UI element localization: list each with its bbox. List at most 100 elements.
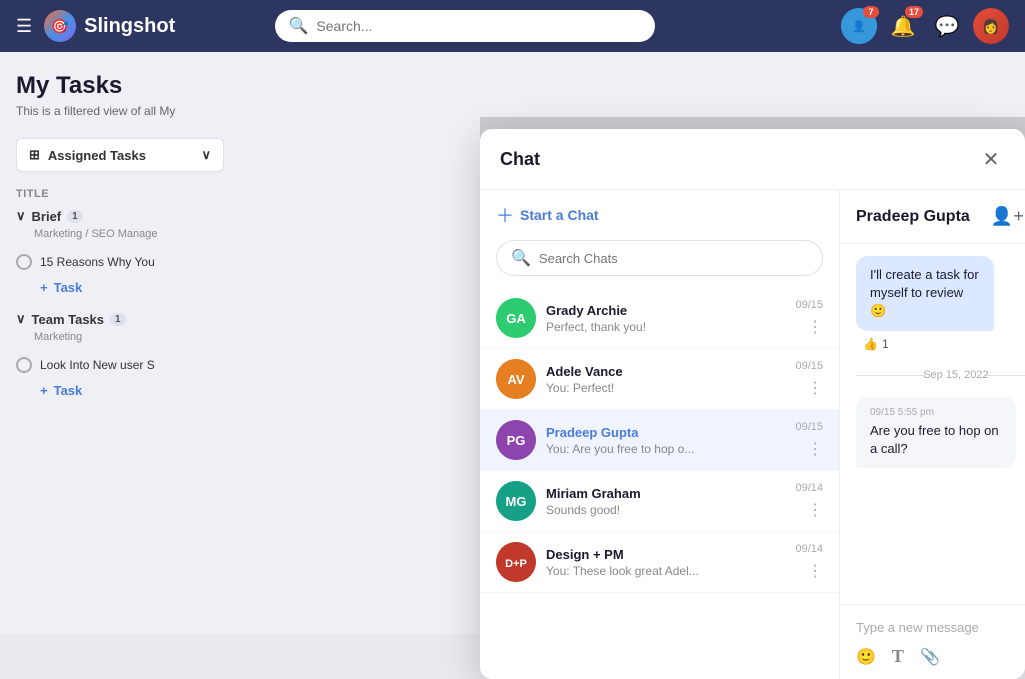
- chat-list-top: ＋ Start a Chat 🔍: [480, 190, 839, 288]
- chat-list-item[interactable]: D+P Design + PM You: These look great Ad…: [480, 532, 839, 593]
- reaction-emoji: 👍: [863, 337, 878, 351]
- chat-search-bar[interactable]: 🔍: [496, 240, 823, 276]
- chat-nav-btn[interactable]: 💬: [929, 8, 965, 44]
- task-item: Look Into New user S: [16, 351, 224, 379]
- notification-btn[interactable]: 🔔 17: [885, 8, 921, 44]
- message-toolbar: 🙂 T 📎: [856, 646, 1025, 667]
- contact-info: Pradeep Gupta You: Are you free to hop o…: [546, 425, 785, 456]
- contact-name: Grady Archie: [546, 303, 785, 318]
- message-input-row: ▷: [856, 617, 1025, 638]
- chat-list-item[interactable]: AV Adele Vance You: Perfect! 09/15 ⋮: [480, 349, 839, 410]
- assigned-tasks-label: Assigned Tasks: [48, 148, 146, 163]
- contact-date: 09/15: [795, 299, 823, 311]
- chat-icon: 💬: [935, 14, 960, 39]
- contact-avatar: MG: [496, 481, 536, 521]
- add-task-button-brief[interactable]: + Task: [40, 276, 224, 299]
- chat-modal: Chat ✕ ＋ Start a Chat 🔍: [480, 129, 1025, 679]
- task-item: 15 Reasons Why You: [16, 248, 224, 276]
- hamburger-icon[interactable]: ☰: [16, 16, 32, 37]
- group-name-brief: Brief: [32, 209, 62, 224]
- emoji-icon[interactable]: 🙂: [856, 647, 876, 667]
- more-options-icon[interactable]: ⋮: [807, 378, 823, 398]
- contact-meta: 09/15 ⋮: [795, 360, 823, 398]
- message-row-sent: I'll create a task for myself to review …: [856, 256, 1025, 353]
- message-bubble: I'll create a task for myself to review …: [856, 256, 994, 331]
- add-task-label: Task: [54, 280, 83, 295]
- app-logo: 🎯 Slingshot: [44, 10, 175, 42]
- date-divider: Sep 15, 2022: [856, 369, 1025, 381]
- message-reaction[interactable]: 👍 1: [856, 335, 896, 353]
- search-input[interactable]: [316, 18, 640, 34]
- contact-preview: Sounds good!: [546, 503, 785, 517]
- more-options-icon[interactable]: ⋮: [807, 317, 823, 337]
- plus-icon: +: [40, 383, 48, 398]
- svg-text:GA: GA: [506, 311, 526, 326]
- task-checkbox[interactable]: [16, 254, 32, 270]
- group-header-brief[interactable]: ∨ Brief 1: [16, 208, 224, 224]
- more-options-icon[interactable]: ⋮: [807, 500, 823, 520]
- chat-list-item[interactable]: GA Grady Archie Perfect, thank you! 09/1…: [480, 288, 839, 349]
- chat-list-panel: ＋ Start a Chat 🔍: [480, 190, 840, 679]
- contact-name: Design + PM: [546, 547, 785, 562]
- add-user-icon[interactable]: 👤+: [991, 206, 1024, 227]
- contact-name: Miriam Graham: [546, 486, 785, 501]
- contact-date: 09/14: [795, 482, 823, 494]
- conversation-header: Pradeep Gupta 👤+ ⋮: [840, 190, 1025, 244]
- contact-meta: 09/14 ⋮: [795, 543, 823, 581]
- plus-icon: +: [40, 280, 48, 295]
- assigned-tasks-icon: ⊞: [29, 147, 40, 163]
- text-format-icon[interactable]: T: [892, 646, 904, 667]
- message-time: 09/15 5:55 pm: [870, 407, 1002, 418]
- group-count-brief: 1: [67, 210, 83, 223]
- message-input-area: ▷ 🙂 T 📎: [840, 604, 1025, 679]
- sent-message-bubble: I'll create a task for myself to review …: [856, 256, 1025, 353]
- search-bar[interactable]: 🔍: [275, 10, 655, 42]
- contact-date: 09/15: [795, 360, 823, 372]
- user-avatar-btn[interactable]: 👤 7: [841, 8, 877, 44]
- contact-preview: You: These look great Adel...: [546, 564, 785, 578]
- chat-conversation-panel: Pradeep Gupta 👤+ ⋮ I'll: [840, 190, 1025, 679]
- attachment-icon[interactable]: 📎: [920, 647, 940, 667]
- chat-search-input[interactable]: [539, 251, 808, 266]
- user-badge: 7: [863, 6, 879, 18]
- received-message-bubble: 09/15 5:55 pm Are you free to hop on a c…: [856, 397, 1016, 468]
- task-checkbox[interactable]: [16, 357, 32, 373]
- contact-info: Grady Archie Perfect, thank you!: [546, 303, 785, 334]
- conversation-contact-name: Pradeep Gupta: [856, 208, 970, 226]
- notification-badge: 17: [905, 6, 923, 18]
- task-label: Look Into New user S: [40, 358, 155, 372]
- profile-avatar[interactable]: 👩: [973, 8, 1009, 44]
- received-message-row: 09/15 5:55 pm Are you free to hop on a c…: [856, 397, 1025, 468]
- logo-icon: 🎯: [44, 10, 76, 42]
- chevron-down-icon: ∨: [201, 147, 211, 163]
- contact-meta: 09/15 ⋮: [795, 299, 823, 337]
- chat-list-item-active[interactable]: PG Pradeep Gupta You: Are you free to ho…: [480, 410, 839, 471]
- chat-body: ＋ Start a Chat 🔍: [480, 190, 1025, 679]
- chat-list-item[interactable]: MG Miriam Graham Sounds good! 09/14 ⋮: [480, 471, 839, 532]
- contact-preview: You: Perfect!: [546, 381, 785, 395]
- group-count-team: 1: [110, 313, 126, 326]
- assigned-tasks-button[interactable]: ⊞ Assigned Tasks ∨: [16, 138, 224, 172]
- chat-list-items: GA Grady Archie Perfect, thank you! 09/1…: [480, 288, 839, 679]
- contact-avatar: AV: [496, 359, 536, 399]
- close-button[interactable]: ✕: [977, 145, 1005, 173]
- contact-info: Adele Vance You: Perfect!: [546, 364, 785, 395]
- group-name-team: Team Tasks: [32, 312, 105, 327]
- contact-preview: You: Are you free to hop o...: [546, 442, 785, 456]
- add-task-button-team[interactable]: + Task: [40, 379, 224, 402]
- message-input[interactable]: [856, 620, 1025, 635]
- top-navigation: ☰ 🎯 Slingshot 🔍 👤 7 🔔 17 💬 👩: [0, 0, 1025, 52]
- search-icon: 🔍: [289, 16, 309, 36]
- profile-avatar-img: 👩: [973, 8, 1009, 44]
- message-text: I'll create a task for myself to review …: [870, 266, 980, 321]
- more-options-icon[interactable]: ⋮: [807, 561, 823, 581]
- column-header: Title: [16, 188, 224, 200]
- start-chat-button[interactable]: ＋ Start a Chat: [496, 202, 823, 228]
- tasks-area: Chat ✕ ＋ Start a Chat 🔍: [240, 52, 1025, 634]
- group-header-team[interactable]: ∨ Team Tasks 1: [16, 311, 224, 327]
- contact-avatar: D+P: [496, 542, 536, 582]
- more-options-icon[interactable]: ⋮: [807, 439, 823, 459]
- svg-text:AV: AV: [507, 372, 524, 387]
- reaction-count: 1: [882, 337, 889, 351]
- chevron-down-icon: ∨: [16, 208, 26, 224]
